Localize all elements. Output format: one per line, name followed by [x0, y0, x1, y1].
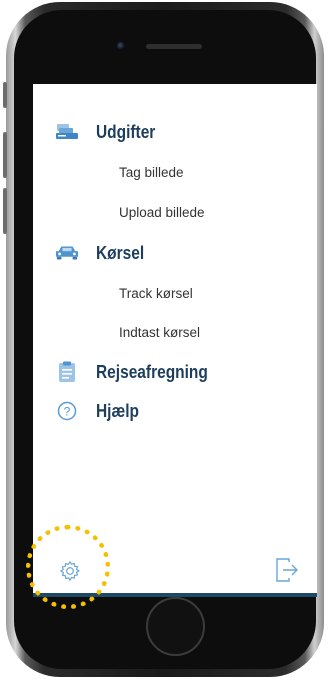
receipt-icon — [55, 120, 79, 144]
car-icon — [55, 241, 79, 265]
mute-switch — [3, 82, 7, 108]
menu-item-label: Rejseafregning — [96, 361, 208, 382]
svg-text:?: ? — [64, 405, 71, 419]
app-screen: Udgifter Tag billede Upload billede Kørs… — [33, 84, 317, 597]
submenu-indtast-korsel[interactable]: Indtast kørsel — [119, 325, 200, 340]
submenu-upload-billede[interactable]: Upload billede — [119, 205, 205, 220]
submenu-tag-billede[interactable]: Tag billede — [119, 165, 184, 180]
help-icon: ? — [55, 399, 79, 423]
front-camera — [117, 42, 125, 50]
settings-highlight-circle — [26, 525, 110, 609]
menu-item-label: Udgifter — [96, 121, 156, 142]
volume-up-button — [3, 132, 7, 178]
volume-down-button — [3, 188, 7, 234]
logout-button[interactable] — [274, 557, 300, 583]
earpiece-speaker — [146, 44, 202, 49]
menu-item-label: Hjælp — [96, 400, 140, 421]
logout-icon — [274, 558, 300, 587]
document-icon — [55, 360, 79, 384]
menu-item-label: Kørsel — [96, 242, 145, 263]
submenu-track-korsel[interactable]: Track kørsel — [119, 286, 193, 301]
home-button[interactable] — [146, 597, 205, 656]
